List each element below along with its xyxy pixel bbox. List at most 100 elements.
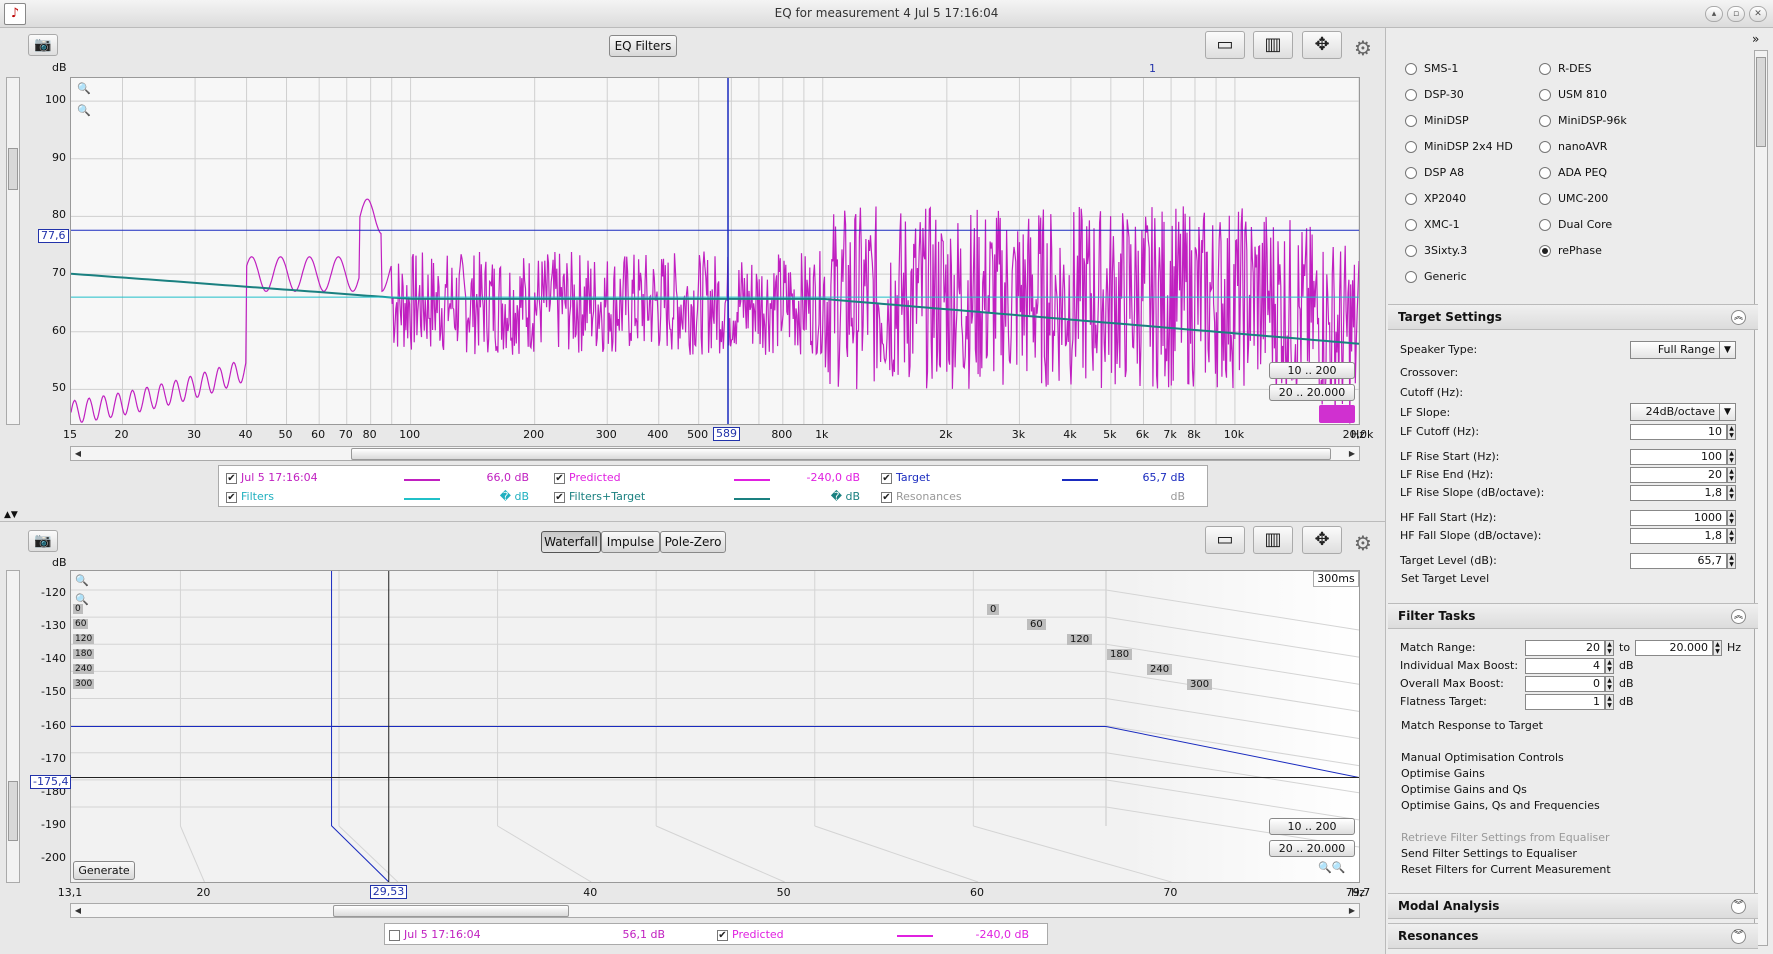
scroll-thumb[interactable] xyxy=(333,905,569,917)
scroll-left-icon[interactable]: ◀ xyxy=(71,447,85,460)
hf-fall-slope-input[interactable]: 1,8 xyxy=(1630,528,1727,544)
send-settings-button[interactable]: Send Filter Settings to Equaliser xyxy=(1401,847,1577,860)
zoom-in-icon[interactable]: 🔍 xyxy=(77,82,91,95)
range-10-200-button[interactable]: 10 .. 200 xyxy=(1269,362,1355,379)
stepper[interactable]: ▲ ▼ xyxy=(1727,485,1736,501)
scroll-left-icon[interactable]: ◀ xyxy=(71,904,85,917)
filter-tasks-header[interactable]: Filter Tasks ︽ xyxy=(1388,603,1758,629)
legend-item-predicted[interactable]: ✔ Predicted xyxy=(554,471,621,484)
tab-pole-zero[interactable]: Pole-Zero xyxy=(660,531,726,553)
top-plot-area[interactable]: 🔍 🔍 10 .. 200 20 .. 20.000 xyxy=(70,77,1360,425)
equaliser-radio[interactable] xyxy=(1405,219,1417,231)
equaliser-radio[interactable] xyxy=(1405,245,1417,257)
match-range-to-input[interactable]: 20.000 xyxy=(1635,640,1713,656)
sidebar-scrollbar[interactable] xyxy=(1754,50,1768,946)
collapse-icon[interactable]: ︽ xyxy=(1731,609,1746,624)
bottom-vertical-scrollbar[interactable] xyxy=(6,570,20,883)
stepper[interactable]: ▲ ▼ xyxy=(1605,640,1614,656)
range-20-20000-button[interactable]: 20 .. 20.000 xyxy=(1269,384,1355,401)
tab-impulse[interactable]: Impulse xyxy=(601,531,660,553)
frequency-response-chart[interactable] xyxy=(71,78,1359,424)
stepper[interactable]: ▲ ▼ xyxy=(1605,694,1614,710)
equaliser-radio[interactable] xyxy=(1405,271,1417,283)
top-horizontal-scrollbar[interactable]: ◀ ▶ xyxy=(70,446,1360,461)
lf-cutoff-input[interactable]: 10 xyxy=(1630,424,1727,440)
optimise-gains-button[interactable]: Optimise Gains xyxy=(1401,767,1485,780)
collapse-sidebar-icon[interactable]: » xyxy=(1752,32,1759,46)
legend-item-measurement[interactable]: Jul 5 17:16:04 xyxy=(389,928,481,941)
equaliser-radio[interactable] xyxy=(1405,167,1417,179)
scroll-thumb[interactable] xyxy=(351,448,1331,460)
equaliser-radio[interactable] xyxy=(1405,63,1417,75)
zoom-controls-icon[interactable] xyxy=(1319,405,1355,423)
optimise-gains-qs-button[interactable]: Optimise Gains and Qs xyxy=(1401,783,1527,796)
scroll-right-icon[interactable]: ▶ xyxy=(1345,904,1359,917)
equaliser-radio[interactable] xyxy=(1539,167,1551,179)
hf-fall-start-input[interactable]: 1000 xyxy=(1630,510,1727,526)
gear-icon[interactable]: ⚙ xyxy=(1354,36,1372,60)
bottom-horizontal-scrollbar[interactable]: ◀ ▶ xyxy=(70,903,1360,918)
equaliser-radio[interactable] xyxy=(1405,115,1417,127)
columns-icon[interactable]: ▥ xyxy=(1253,31,1293,59)
scroll-thumb[interactable] xyxy=(8,781,18,841)
expand-icon[interactable]: ︾ xyxy=(1731,899,1746,914)
panel-splitter[interactable]: ▲▼ xyxy=(0,510,1385,522)
modal-analysis-header[interactable]: Modal Analysis ︾ xyxy=(1388,893,1758,919)
legend-item-target[interactable]: ✔ Target xyxy=(881,471,930,484)
equaliser-radio[interactable] xyxy=(1539,141,1551,153)
bottom-plot-area[interactable]: 🔍 🔍 300ms 10 .. 200 20 .. 20.000 🔍🔍 Gene… xyxy=(70,570,1360,883)
lf-rise-start-input[interactable]: 100 xyxy=(1630,449,1727,465)
equaliser-radio[interactable] xyxy=(1539,245,1551,257)
tab-waterfall[interactable]: Waterfall xyxy=(541,531,601,553)
equaliser-radio[interactable] xyxy=(1405,89,1417,101)
camera-icon[interactable]: 📷 xyxy=(28,530,58,552)
stepper[interactable]: ▲ ▼ xyxy=(1727,467,1736,483)
camera-icon[interactable]: 📷 xyxy=(28,34,58,56)
match-response-button[interactable]: Match Response to Target xyxy=(1401,719,1543,732)
retrieve-settings-button[interactable]: Retrieve Filter Settings from Equaliser xyxy=(1401,831,1610,844)
columns-icon[interactable]: ▥ xyxy=(1253,526,1293,554)
zoom-out-icon[interactable]: 🔍 xyxy=(77,104,91,117)
stepper[interactable]: ▲ ▼ xyxy=(1605,658,1614,674)
equaliser-radio[interactable] xyxy=(1405,141,1417,153)
graph-mode-icon[interactable]: ▭ xyxy=(1205,526,1245,554)
legend-item-filters-target[interactable]: ✔ Filters+Target xyxy=(554,490,645,503)
lf-rise-end-input[interactable]: 20 xyxy=(1630,467,1727,483)
equaliser-radio[interactable] xyxy=(1405,193,1417,205)
collapse-icon[interactable]: ︽ xyxy=(1731,310,1746,325)
range-20-20000-button[interactable]: 20 .. 20.000 xyxy=(1269,840,1355,857)
overall-max-boost-input[interactable]: 0 xyxy=(1525,676,1605,692)
equaliser-radio[interactable] xyxy=(1539,219,1551,231)
range-10-200-button[interactable]: 10 .. 200 xyxy=(1269,818,1355,835)
minimize-button[interactable]: ▴ xyxy=(1705,6,1723,22)
equaliser-radio[interactable] xyxy=(1539,193,1551,205)
zoom-controls-icon[interactable]: 🔍🔍 xyxy=(1318,861,1345,874)
optimise-gains-qs-freqs-button[interactable]: Optimise Gains, Qs and Frequencies xyxy=(1401,799,1600,812)
target-settings-header[interactable]: Target Settings ︽ xyxy=(1388,304,1758,330)
fit-axes-icon[interactable]: ✥ xyxy=(1302,31,1342,59)
stepper[interactable]: ▲ ▼ xyxy=(1727,510,1736,526)
eq-filters-button[interactable]: EQ Filters xyxy=(609,35,677,57)
waterfall-chart[interactable] xyxy=(71,571,1359,882)
flatness-target-input[interactable]: 1 xyxy=(1525,694,1605,710)
top-vertical-scrollbar[interactable] xyxy=(6,77,20,425)
lf-rise-slope-input[interactable]: 1,8 xyxy=(1630,485,1727,501)
stepper[interactable]: ▲ ▼ xyxy=(1605,676,1614,692)
fit-axes-icon[interactable]: ✥ xyxy=(1302,526,1342,554)
match-range-from-input[interactable]: 20 xyxy=(1525,640,1605,656)
legend-item-filters[interactable]: ✔ Filters xyxy=(226,490,274,503)
scroll-thumb[interactable] xyxy=(1756,57,1766,147)
stepper[interactable]: ▲ ▼ xyxy=(1727,553,1736,569)
stepper[interactable]: ▲ ▼ xyxy=(1727,424,1736,440)
gear-icon[interactable]: ⚙ xyxy=(1354,531,1372,555)
set-target-level-button[interactable]: Set Target Level xyxy=(1401,572,1489,585)
lf-slope-select[interactable]: 24dB/octave ▼ xyxy=(1630,403,1736,421)
stepper[interactable]: ▲ ▼ xyxy=(1727,528,1736,544)
target-level-input[interactable]: 65,7 xyxy=(1630,553,1727,569)
legend-item-resonances[interactable]: ✔ Resonances xyxy=(881,490,962,503)
generate-button[interactable]: Generate xyxy=(73,861,135,880)
zoom-in-icon[interactable]: 🔍 xyxy=(75,574,89,587)
equaliser-radio[interactable] xyxy=(1539,63,1551,75)
close-button[interactable]: ✕ xyxy=(1749,6,1767,22)
speaker-type-select[interactable]: Full Range ▼ xyxy=(1630,341,1736,359)
